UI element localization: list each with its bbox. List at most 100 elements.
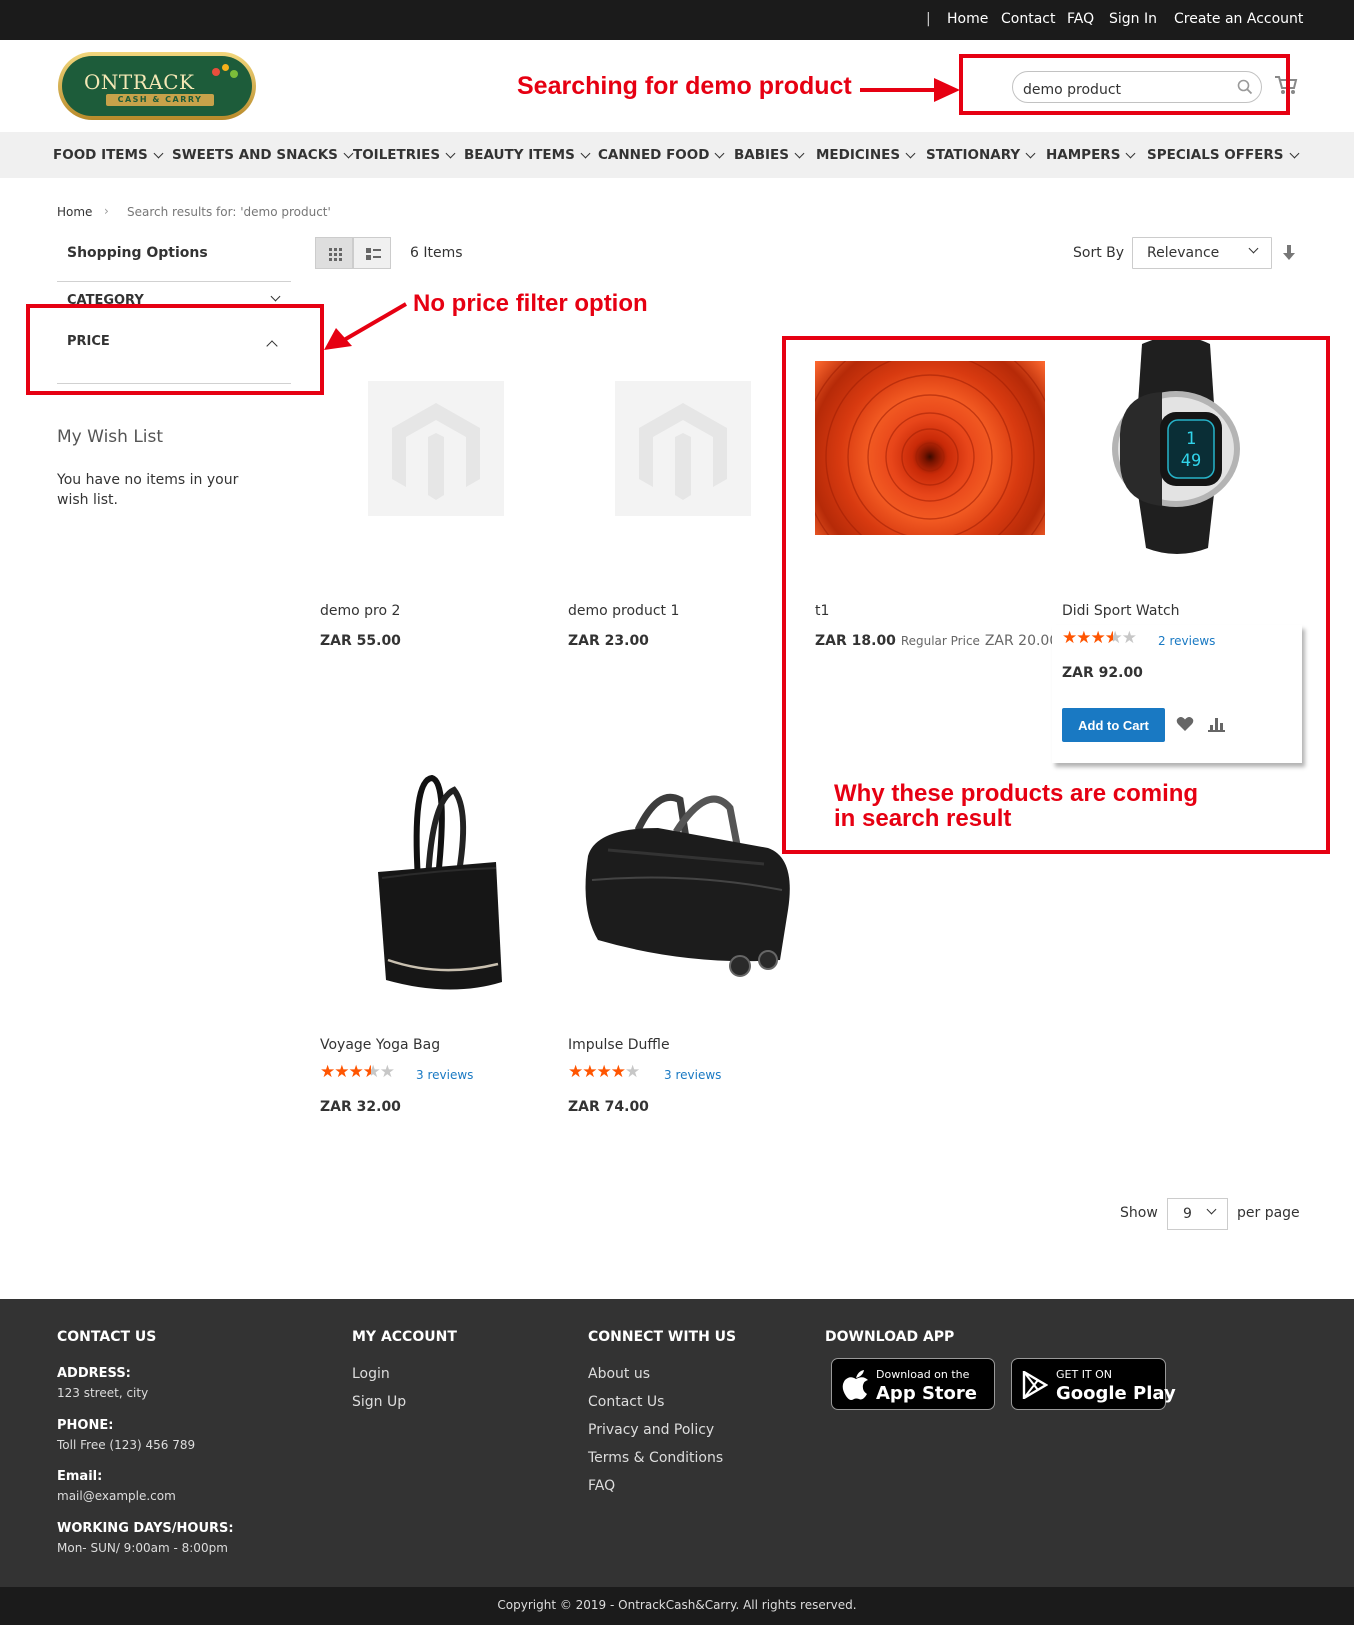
footer-account-title: MY ACCOUNT <box>352 1329 457 1345</box>
nav-item-stationary[interactable]: STATIONARY <box>926 147 1036 163</box>
product-image-placeholder[interactable] <box>615 381 751 516</box>
product-name[interactable]: demo pro 2 <box>320 603 400 619</box>
nav-item-beauty-items[interactable]: BEAUTY ITEMS <box>464 147 591 163</box>
annotation-results-line: in search result <box>834 805 1012 832</box>
grid-mode-button[interactable] <box>315 237 353 269</box>
footer-link-terms[interactable]: Terms & Conditions <box>588 1450 723 1466</box>
apple-icon <box>842 1370 868 1400</box>
magento-logo-icon <box>639 403 727 500</box>
chevron-down-icon <box>153 148 164 158</box>
annotation-box-results <box>782 336 1330 854</box>
product-image-placeholder[interactable] <box>368 381 504 516</box>
product-name[interactable]: Voyage Yoga Bag <box>320 1037 440 1053</box>
nav-label: BABIES <box>734 147 789 163</box>
wishlist-empty-text: You have no items in your wish list. <box>57 472 239 508</box>
chevron-down-icon <box>1025 148 1036 158</box>
top-link-faq[interactable]: FAQ <box>1067 11 1094 27</box>
product-image-yoga-bag[interactable] <box>320 760 548 1022</box>
chevron-down-icon <box>270 291 281 302</box>
chevron-down-icon <box>715 148 725 158</box>
site-logo[interactable]: ONTRACK CASH & CARRY <box>58 52 256 120</box>
product-name[interactable]: demo product 1 <box>568 603 679 619</box>
nav-item-sweets-and-snacks[interactable]: SWEETS AND SNACKS <box>172 147 354 163</box>
footer-link-about[interactable]: About us <box>588 1366 650 1382</box>
list-icon <box>366 248 381 260</box>
annotation-box-search <box>959 54 1290 115</box>
google-play-small-text: GET IT ON <box>1056 1368 1113 1381</box>
top-bar-separator: | <box>926 11 931 27</box>
nav-item-specials-offers[interactable]: SPECIALS OFFERS <box>1147 147 1299 163</box>
product-name[interactable]: Impulse Duffle <box>568 1037 670 1053</box>
nav-label: BEAUTY ITEMS <box>464 147 575 163</box>
item-count: 6 Items <box>410 245 463 261</box>
footer-phone-label: PHONE: <box>57 1418 114 1433</box>
main-navigation: FOOD ITEMS SWEETS AND SNACKS TOILETRIES … <box>0 132 1354 178</box>
nav-item-babies[interactable]: BABIES <box>734 147 805 163</box>
nav-label: STATIONARY <box>926 147 1021 163</box>
footer-phone: Toll Free (123) 456 789 <box>57 1438 196 1452</box>
show-label: Show <box>1120 1205 1158 1221</box>
nav-item-food-items[interactable]: FOOD ITEMS <box>53 147 164 163</box>
list-mode-button[interactable] <box>353 237 391 269</box>
footer-link-sign-up[interactable]: Sign Up <box>352 1394 406 1410</box>
limiter-select[interactable]: 9 <box>1167 1198 1228 1230</box>
grid-icon <box>329 248 342 261</box>
breadcrumb-home[interactable]: Home <box>57 205 92 219</box>
product-price: ZAR 32.00 <box>320 1099 401 1115</box>
footer-link-faq[interactable]: FAQ <box>588 1478 615 1494</box>
nav-item-hampers[interactable]: HAMPERS <box>1046 147 1136 163</box>
product-price: ZAR 74.00 <box>568 1099 649 1115</box>
logo-subtext: CASH & CARRY <box>106 94 214 106</box>
chevron-down-icon <box>445 148 456 158</box>
copyright-text: Copyright © 2019 - OntrackCash&Carry. Al… <box>497 1598 857 1612</box>
annotation-price: No price filter option <box>413 290 648 317</box>
chevron-down-icon <box>1206 1204 1217 1215</box>
footer-email: mail@example.com <box>57 1489 176 1503</box>
reviews-link[interactable]: 3 reviews <box>664 1068 721 1082</box>
footer-email-label: Email: <box>57 1469 103 1484</box>
top-link-contact[interactable]: Contact <box>1001 11 1055 27</box>
per-page-label: per page <box>1237 1205 1300 1221</box>
chevron-down-icon <box>794 148 805 158</box>
app-store-small-text: Download on the <box>876 1368 970 1381</box>
annotation-results: Why these products are coming in search … <box>834 781 1198 831</box>
rating-stars: ★★★★★ <box>568 1062 640 1082</box>
sort-direction-icon[interactable] <box>1282 244 1296 262</box>
chevron-down-icon <box>580 148 591 158</box>
footer-contact-title: CONTACT US <box>57 1329 157 1345</box>
footer-link-contact[interactable]: Contact Us <box>588 1394 664 1410</box>
nav-item-medicines[interactable]: MEDICINES <box>816 147 916 163</box>
top-link-create-account[interactable]: Create an Account <box>1174 11 1303 27</box>
chevron-down-icon <box>1289 148 1299 158</box>
top-link-home[interactable]: Home <box>947 11 988 27</box>
footer-link-login[interactable]: Login <box>352 1366 390 1382</box>
logo-text: ONTRACK <box>84 70 195 94</box>
sort-select[interactable]: Relevance <box>1132 237 1272 269</box>
footer-link-privacy[interactable]: Privacy and Policy <box>588 1422 714 1438</box>
product-image-duffle[interactable] <box>568 760 796 1022</box>
magento-logo-icon <box>392 403 480 500</box>
app-store-badge[interactable]: Download on the App Store <box>831 1358 995 1410</box>
logo-dot-icon <box>222 64 229 71</box>
sort-select-value: Relevance <box>1147 245 1220 261</box>
chevron-down-icon <box>343 148 354 158</box>
nav-label: TOILETRIES <box>353 147 441 163</box>
shopping-options-title: Shopping Options <box>67 245 208 261</box>
product-price: ZAR 55.00 <box>320 633 401 649</box>
nav-item-toiletries[interactable]: TOILETRIES <box>353 147 456 163</box>
annotation-arrow-icon <box>860 78 960 102</box>
reviews-link[interactable]: 3 reviews <box>416 1068 473 1082</box>
logo-dot-icon <box>230 70 238 78</box>
nav-label: SWEETS AND SNACKS <box>172 147 338 163</box>
top-link-sign-in[interactable]: Sign In <box>1109 11 1157 27</box>
annotation-results-line: Why these products are coming <box>834 780 1199 807</box>
footer-app-title: DOWNLOAD APP <box>825 1329 955 1345</box>
breadcrumb-separator-icon: › <box>104 204 109 218</box>
annotation-arrow-icon <box>324 302 408 350</box>
nav-item-canned-food[interactable]: CANNED FOOD <box>598 147 725 163</box>
annotation-search: Searching for demo product <box>517 72 852 100</box>
app-store-big-text: App Store <box>876 1383 977 1404</box>
google-play-badge[interactable]: GET IT ON Google Play <box>1011 1358 1176 1410</box>
nav-label: SPECIALS OFFERS <box>1147 147 1284 163</box>
copyright-bar: Copyright © 2019 - OntrackCash&Carry. Al… <box>0 1587 1354 1625</box>
